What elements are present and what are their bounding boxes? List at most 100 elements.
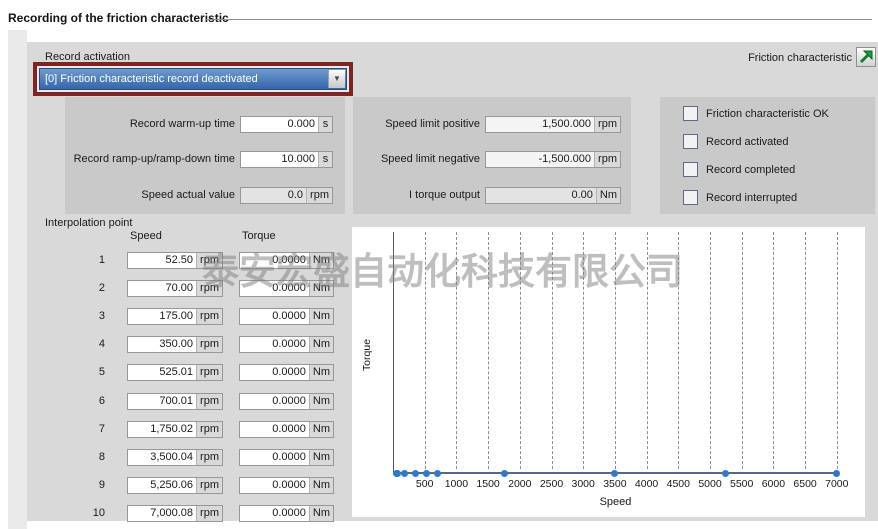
field-value: 0.0000: [240, 309, 309, 324]
chart-data-point: [611, 470, 618, 477]
field-unit: rpm: [196, 309, 222, 324]
field-unit: rpm: [196, 506, 222, 521]
field-unit: rpm: [196, 365, 222, 380]
status-indicator-list: Friction characteristic OK Record activat…: [683, 106, 829, 218]
field-unit: Nm: [309, 365, 333, 380]
status-label: Record interrupted: [706, 192, 797, 204]
friction-characteristic-link-label: Friction characteristic: [735, 52, 852, 64]
torque-output-label: I torque output: [340, 189, 480, 201]
friction-characteristic-screen: Recording of the friction characteristic…: [0, 0, 878, 529]
field-value: 0.0000: [240, 450, 309, 465]
torque-field-row-4[interactable]: 0.0000Nm: [239, 336, 334, 353]
chart-data-point: [501, 470, 508, 477]
speed-field-row-4[interactable]: 350.00rpm: [127, 336, 223, 353]
page-title: Recording of the friction characteristic: [8, 11, 229, 25]
chart-data-point: [434, 470, 441, 477]
torque-field-row-8[interactable]: 0.0000Nm: [239, 449, 334, 466]
speed-column-header: Speed: [130, 230, 162, 242]
field-value: 175.00: [128, 309, 196, 324]
speed-field-row-6[interactable]: 700.01rpm: [127, 393, 223, 410]
field-unit: s: [318, 117, 332, 132]
record-activation-highlight-box: [0] Friction characteristic record deact…: [33, 62, 353, 96]
field-value: 0.0000: [240, 337, 309, 352]
field-value: 700.01: [128, 394, 196, 409]
interpolation-point-number: 7: [45, 423, 105, 435]
torque-field-row-7[interactable]: 0.0000Nm: [239, 421, 334, 438]
chart-gridline: [710, 232, 711, 469]
field-unit: Nm: [309, 450, 333, 465]
field-value: 0.0000: [240, 422, 309, 437]
interpolation-point-number: 3: [45, 310, 105, 322]
speed-limit-positive-field[interactable]: 1,500.000 rpm: [485, 116, 621, 133]
field-value: 7,000.08: [128, 506, 196, 521]
field-value: 3,500.04: [128, 450, 196, 465]
field-value: 0.000: [241, 117, 318, 132]
record-ramp-time-field[interactable]: 10.000 s: [240, 151, 333, 168]
status-row-record-completed: Record completed: [683, 162, 829, 177]
status-row-record-interrupted: Record interrupted: [683, 190, 829, 205]
interpolation-point-number: 4: [45, 338, 105, 350]
interpolation-point-number: 2: [45, 282, 105, 294]
speed-field-row-8[interactable]: 3,500.04rpm: [127, 449, 223, 466]
record-activation-dropdown[interactable]: [0] Friction characteristic record deact…: [39, 68, 347, 90]
field-value: 525.01: [128, 365, 196, 380]
record-warm-up-time-label: Record warm-up time: [70, 118, 235, 130]
speed-field-row-9[interactable]: 5,250.06rpm: [127, 477, 223, 494]
torque-output-field: 0.00 Nm: [485, 187, 621, 204]
field-value: 0.0000: [240, 365, 309, 380]
field-value: 0.00: [486, 188, 596, 203]
title-divider: [206, 19, 872, 20]
field-unit: rpm: [196, 478, 222, 493]
y-axis-label: Torque: [361, 325, 375, 385]
chart-data-point: [423, 470, 430, 477]
speed-field-row-7[interactable]: 1,750.02rpm: [127, 421, 223, 438]
status-lamp-icon: [683, 134, 698, 149]
chart-gridline: [742, 232, 743, 469]
field-unit: s: [318, 152, 332, 167]
record-ramp-time-label: Record ramp-up/ramp-down time: [70, 153, 235, 165]
diagonal-arrow-icon: [857, 53, 875, 70]
field-value: 10.000: [241, 152, 318, 167]
status-label: Record completed: [706, 164, 795, 176]
speed-actual-value-label: Speed actual value: [70, 189, 235, 201]
torque-field-row-5[interactable]: 0.0000Nm: [239, 364, 334, 381]
torque-field-row-6[interactable]: 0.0000Nm: [239, 393, 334, 410]
speed-field-row-3[interactable]: 175.00rpm: [127, 308, 223, 325]
torque-field-row-9[interactable]: 0.0000Nm: [239, 477, 334, 494]
field-unit: rpm: [196, 450, 222, 465]
torque-field-row-3[interactable]: 0.0000Nm: [239, 308, 334, 325]
field-unit: Nm: [596, 188, 620, 203]
field-value: 350.00: [128, 337, 196, 352]
chart-gridline: [773, 232, 774, 469]
chart-data-point: [394, 470, 401, 477]
status-row-friction-characteristic-ok: Friction characteristic OK: [683, 106, 829, 121]
speed-field-row-10[interactable]: 7,000.08rpm: [127, 505, 223, 522]
x-axis-label: Speed: [393, 496, 838, 508]
field-unit: rpm: [594, 117, 620, 132]
field-value: 0.0000: [240, 506, 309, 521]
interpolation-point-number: 1: [45, 254, 105, 266]
chart-data-point: [401, 470, 408, 477]
field-value: 0.0000: [240, 478, 309, 493]
speed-field-row-5[interactable]: 525.01rpm: [127, 364, 223, 381]
field-value: 1,750.02: [128, 422, 196, 437]
speed-limit-negative-label: Speed limit negative: [340, 153, 480, 165]
speed-limit-positive-label: Speed limit positive: [340, 118, 480, 130]
chevron-down-icon[interactable]: ▼: [328, 70, 345, 88]
field-unit: rpm: [306, 188, 332, 203]
torque-field-row-10[interactable]: 0.0000Nm: [239, 505, 334, 522]
chart-data-point: [722, 470, 729, 477]
chart-gridline: [805, 232, 806, 469]
field-unit: Nm: [309, 337, 333, 352]
field-unit: Nm: [309, 309, 333, 324]
status-label: Friction characteristic OK: [706, 108, 829, 120]
interpolation-point-number: 6: [45, 395, 105, 407]
status-row-record-activated: Record activated: [683, 134, 829, 149]
interpolation-point-number: 9: [45, 479, 105, 491]
record-warm-up-time-field[interactable]: 0.000 s: [240, 116, 333, 133]
interpolation-point-number: 5: [45, 366, 105, 378]
status-label: Record activated: [706, 136, 789, 148]
chart-data-point: [833, 470, 840, 477]
speed-limit-negative-field[interactable]: -1,500.000 rpm: [485, 151, 621, 168]
friction-characteristic-button[interactable]: [856, 47, 876, 67]
